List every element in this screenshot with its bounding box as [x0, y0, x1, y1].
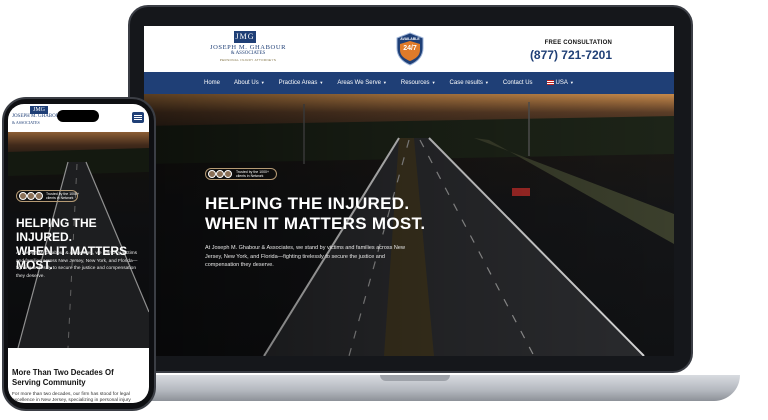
logo-name[interactable]: JOSEPH M. GHABOUR [200, 44, 296, 51]
client-avatar [35, 192, 43, 200]
main-nav: Home About Us ▼ Practice Areas ▼ Areas We … [144, 72, 674, 94]
phone-screen: JMG JOSEPH M. GHABOUR & ASSOCIATES Trust… [8, 104, 149, 403]
nav-language[interactable]: USA ▼ [546, 72, 574, 94]
consultation-label: FREE CONSULTATION [544, 40, 612, 46]
chevron-down-icon: ▼ [569, 80, 574, 85]
chevron-down-icon: ▼ [484, 80, 489, 85]
laptop-screen: JMG JOSEPH M. GHABOUR & ASSOCIATES PERSO… [144, 26, 674, 356]
nav-contact[interactable]: Contact Us [503, 72, 533, 94]
hero-title-line-2: WHEN IT MATTERS MOST. [205, 214, 426, 233]
mobile-logo-mark[interactable]: JMG [30, 106, 48, 114]
nav-home-label: Home [204, 80, 221, 86]
nav-areas-we-serve[interactable]: Areas We Serve ▼ [337, 72, 387, 94]
client-avatar [27, 192, 35, 200]
nav-practice-label: Practice Areas [278, 80, 318, 86]
phone-link[interactable]: (877) 721-7201 [530, 48, 612, 62]
nav-about-label: About Us [234, 80, 259, 86]
mobile-hero-title-line-1: HELPING THE INJURED. [16, 216, 97, 244]
mobile-logo-name[interactable]: JOSEPH M. GHABOUR [12, 114, 63, 119]
nav-areas-label: Areas We Serve [337, 80, 381, 86]
chevron-down-icon: ▼ [260, 80, 265, 85]
badge-247-label: 24/7 [403, 45, 417, 52]
laptop-notch [380, 375, 450, 381]
nav-case-label: Case results [449, 80, 483, 86]
client-avatar [216, 170, 224, 178]
mobile-trusted-text: Trusted by the 1000+ clients in Network [46, 192, 80, 200]
trusted-pill: Trusted by the 1000+ clients in Network [205, 168, 277, 180]
logo-mark[interactable]: JMG [234, 31, 256, 43]
badge-available-label: AVAILABLE [400, 37, 420, 41]
us-flag-icon [546, 80, 554, 85]
nav-resources[interactable]: Resources ▼ [401, 72, 436, 94]
nav-practice-areas[interactable]: Practice Areas ▼ [279, 72, 324, 94]
hero-title: HELPING THE INJURED. WHEN IT MATTERS MOS… [205, 194, 435, 234]
logo-tagline: PERSONAL INJURY ATTORNEYS [219, 58, 277, 62]
mobile-about-section: More Than Two Decades Of Serving Communi… [8, 348, 149, 403]
nav-contact-label: Contact Us [502, 80, 533, 86]
available-badge: AVAILABLE 24/7 [396, 32, 424, 66]
hero-body: At Joseph M. Ghabour & Associates, we st… [205, 245, 405, 268]
mobile-about-body: For more than two decades, our firm has … [12, 392, 131, 403]
hero-section: Trusted by the 1000+ clients in Network … [144, 94, 674, 356]
nav-resources-label: Resources [400, 80, 430, 86]
logo-sub: & ASSOCIATES [230, 51, 266, 56]
hamburger-menu-icon[interactable] [132, 112, 144, 123]
chevron-down-icon: ▼ [431, 80, 436, 85]
nav-case-results[interactable]: Case results ▼ [450, 72, 489, 94]
client-avatar [224, 170, 232, 178]
mobile-hero-section: Trusted by the 1000+ clients in Network … [8, 132, 149, 348]
trusted-text: Trusted by the 1000+ clients in Network [236, 170, 270, 178]
mobile-trusted-pill: Trusted by the 1000+ clients in Network [16, 190, 80, 202]
mobile-hero-body: At Joseph M. Ghabour & Associates, we st… [16, 251, 138, 279]
site-header: JMG JOSEPH M. GHABOUR & ASSOCIATES PERSO… [144, 26, 674, 72]
mobile-logo-sub: & ASSOCIATES [12, 120, 40, 125]
client-avatar [208, 170, 216, 178]
client-avatar [19, 192, 27, 200]
dynamic-island [57, 110, 99, 122]
mobile-about-title: More Than Two Decades Of Serving Communi… [12, 368, 114, 387]
chevron-down-icon: ▼ [382, 80, 387, 85]
nav-about[interactable]: About Us ▼ [234, 72, 265, 94]
hero-title-line-1: HELPING THE INJURED. [205, 194, 410, 213]
nav-language-label: USA [555, 80, 568, 86]
chevron-down-icon: ▼ [319, 80, 324, 85]
nav-home[interactable]: Home [204, 72, 220, 94]
